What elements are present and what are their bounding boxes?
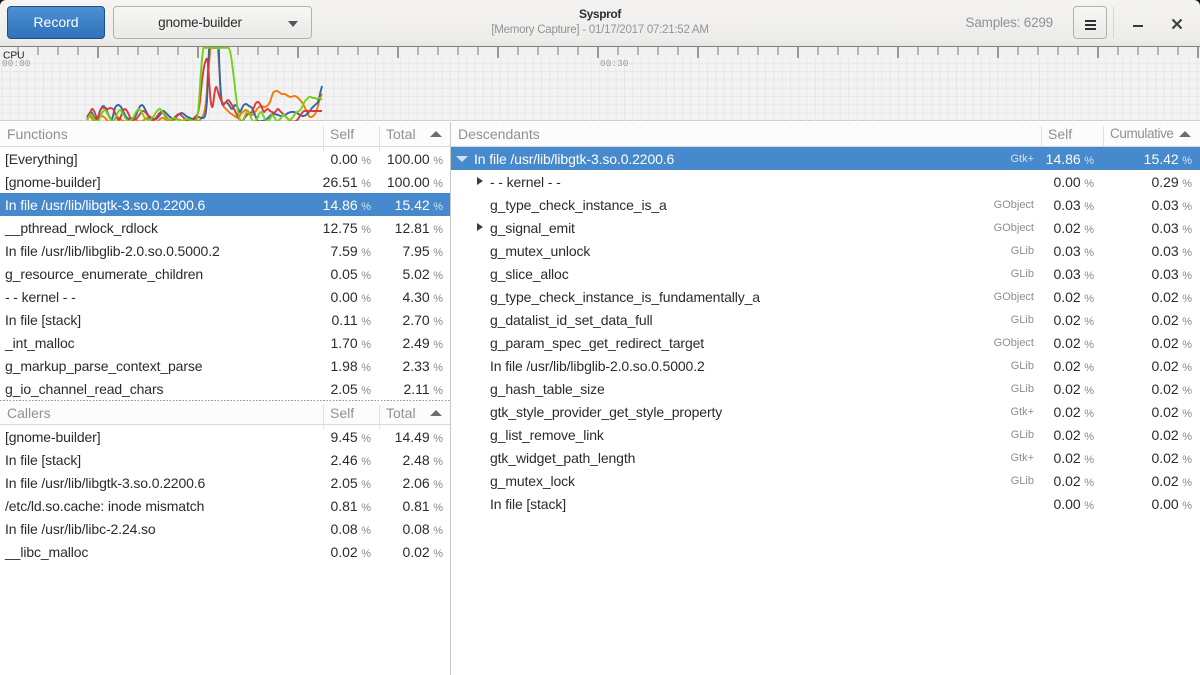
svg-text:00:30: 00:30: [600, 58, 629, 69]
svg-text:00:00: 00:00: [2, 58, 31, 69]
